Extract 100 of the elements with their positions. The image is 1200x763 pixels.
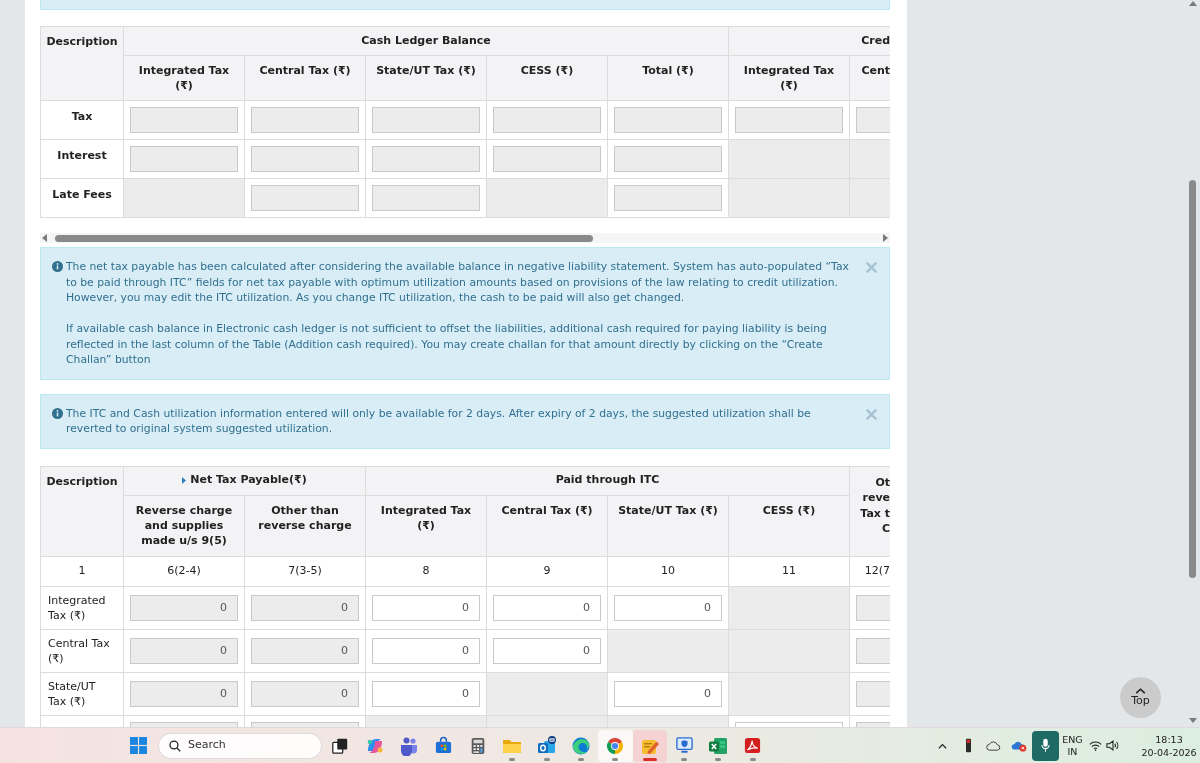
readonly-field[interactable]: 0 [130,637,238,664]
readonly-field[interactable] [493,146,601,172]
triangle-down-icon[interactable] [1188,718,1197,723]
readonly-field[interactable] [614,146,722,172]
column-header: Other than reverse charge [244,495,366,556]
info-icon [52,261,63,272]
readonly-field[interactable] [856,637,890,664]
readonly-field[interactable]: 0 [251,680,359,707]
column-header: Cash Ledger Balance [123,26,729,56]
windows-icon[interactable] [129,737,147,754]
cloud-badge-icon[interactable] [1010,739,1027,752]
search-bar[interactable]: Search [158,732,322,759]
microphone-button[interactable] [1032,730,1059,761]
chevron-up-icon[interactable] [1135,688,1146,694]
chevron-up-icon[interactable] [938,742,947,749]
shopping-bag-icon[interactable] [433,736,453,755]
flash-drive-icon[interactable] [965,738,971,753]
readonly-field[interactable] [856,721,890,727]
tricolor-circle-icon[interactable] [605,735,626,756]
table-cell: 10 [607,556,729,586]
input-field[interactable]: 0 [493,594,601,621]
alert-text: If available cash balance in Electronic cash ledger is not sufficient to offset the liabilities, additional cash required for paying liability is being reflected in the last column of the Table (Addition cash required). You may create challan for that amount directly by clicking on the “Create Challan” button [66,321,828,368]
column-header: State/UT Tax (₹) [365,55,487,101]
row-header: State/UT Tax (₹) [40,672,124,715]
triangle-up-icon[interactable] [1188,1,1197,6]
readonly-field[interactable] [735,107,843,133]
row-header: Tax [40,100,124,140]
input-field[interactable]: 0 [493,637,601,664]
wifi-icon[interactable] [1088,740,1102,751]
row-header: Late Fees [40,178,124,218]
readonly-field[interactable] [856,107,890,133]
column-header: Paid through ITC [365,466,850,495]
speaker-icon[interactable] [1105,740,1120,751]
triangle-right-icon[interactable] [883,234,888,242]
column-header: Integrated Tax (₹) [365,495,487,556]
spreadsheet-icon[interactable] [708,735,729,756]
row-header: Integrated Tax (₹) [40,586,124,629]
column-header: Description [40,466,124,556]
readonly-field[interactable] [493,107,601,133]
table-cell: 7(3-5) [244,556,366,586]
scrollbar-thumb[interactable] [1189,180,1196,578]
clock-time[interactable]: 18:13 [1155,732,1183,746]
readonly-field[interactable] [251,185,359,211]
column-header: Central Tax (₹) [486,495,608,556]
swirl-circle-icon[interactable] [570,735,591,756]
search-icon[interactable] [169,739,181,752]
window-stack-icon[interactable] [331,736,350,755]
readonly-field[interactable] [614,185,722,211]
readonly-field[interactable] [251,721,359,727]
table-cell: 11 [728,556,850,586]
back-to-top-button[interactable]: Top [1120,677,1161,718]
input-field[interactable]: 0 [372,637,480,664]
cloud-icon[interactable] [986,740,1001,751]
mail-app-icon[interactable] [536,735,557,756]
people-icon[interactable] [398,735,419,756]
column-header: Integrated Tax (₹) [123,55,245,101]
search-input[interactable]: Search [188,737,308,754]
readonly-field[interactable] [130,146,238,172]
input-field[interactable]: 0 [372,594,480,621]
input-field[interactable] [735,721,843,727]
clock-date[interactable]: 20-04-2026 [1141,745,1197,759]
column-header: Central Tax (₹) [244,55,366,101]
caret-right-icon[interactable] [182,476,187,484]
alert-text: The net tax payable has been calculated after considering the available balance in negative liability statement. System has auto-populated “Tax to be paid through ITC” fields for net tax payable with optimum utilization amounts based on provisions of the law relating to credit utilization. However, you may edit the ITC utilization. As you change ITC utilization, the cash to be paid will also get changed. [66,259,850,306]
column-header: Total (₹) [607,55,729,101]
region-label[interactable]: IN [1067,745,1078,758]
shaded-cell [849,178,890,218]
language-label[interactable]: ENG [1062,733,1083,746]
readonly-field[interactable] [372,146,480,172]
readonly-field[interactable]: 0 [251,637,359,664]
readonly-field[interactable] [251,146,359,172]
column-header: State/UT Tax (₹) [607,495,729,556]
readonly-field[interactable]: 0 [251,594,359,621]
input-field[interactable]: 0 [372,680,480,707]
readonly-field[interactable] [372,107,480,133]
table-cell: 9 [486,556,608,586]
row-header: Central Tax (₹) [40,629,124,672]
readonly-field[interactable] [130,107,238,133]
readonly-field[interactable] [614,107,722,133]
scrollbar-thumb[interactable] [55,234,593,242]
readonly-field[interactable]: 0 [130,594,238,621]
input-field[interactable]: 0 [614,594,722,621]
microphone-icon[interactable] [1041,738,1050,753]
input-field[interactable]: 0 [614,680,722,707]
info-icon [52,407,63,419]
column-header: Cred [728,26,890,56]
readonly-field[interactable] [856,594,890,621]
pdf-app-icon[interactable] [743,736,763,755]
readonly-field[interactable]: 0 [130,680,238,707]
column-header: Integrated Tax (₹) [728,55,850,101]
readonly-field[interactable] [372,185,480,211]
table-cell: 1 [40,556,124,586]
column-header: CESS (₹) [486,55,608,101]
triangle-left-icon[interactable] [42,234,47,242]
shield-monitor-icon[interactable] [674,736,694,755]
readonly-field[interactable] [251,107,359,133]
column-header: Description [40,26,124,101]
readonly-field[interactable] [856,680,890,707]
column-header: Reverse charge and supplies made u/s 9(5) [123,495,245,556]
readonly-field[interactable] [130,721,238,727]
